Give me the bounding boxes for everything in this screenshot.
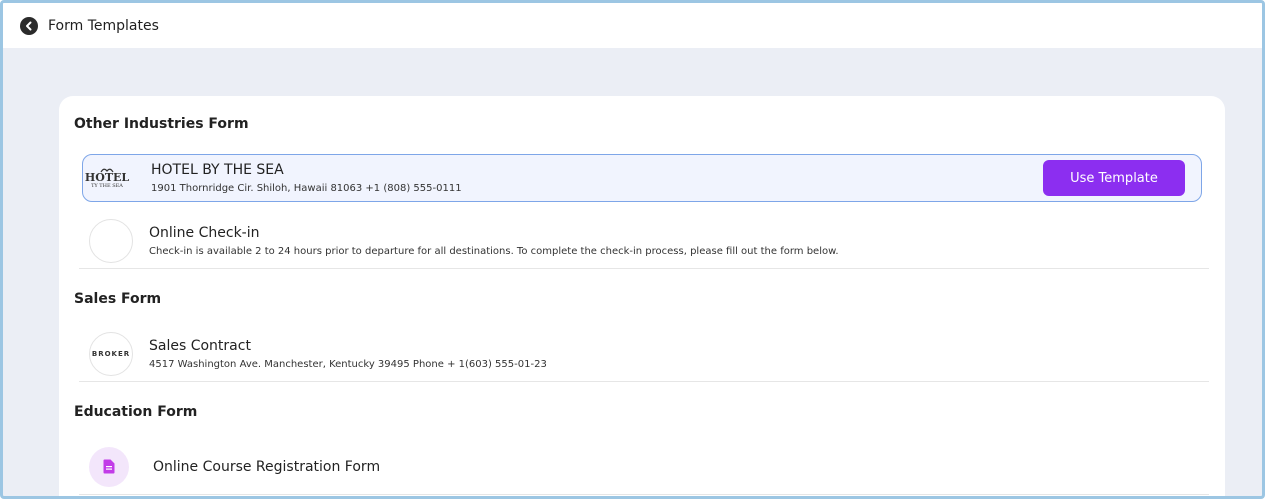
page-title: Form Templates bbox=[48, 17, 159, 34]
top-bar: Form Templates bbox=[3, 3, 1262, 48]
template-subtitle: 1901 Thornridge Cir. Shiloh, Hawaii 8106… bbox=[151, 183, 462, 194]
chevron-left-icon bbox=[26, 21, 32, 30]
blank-logo bbox=[89, 218, 133, 263]
template-item-hotel[interactable]: HOTEL TY THE SEA HOTEL BY THE SEA 1901 T… bbox=[82, 154, 1202, 202]
section-title-sales: Sales Form bbox=[74, 291, 162, 307]
template-title: Online Check-in bbox=[149, 224, 260, 241]
template-title: Online Course Registration Form bbox=[153, 458, 381, 475]
template-subtitle: Check-in is available 2 to 24 hours prio… bbox=[149, 245, 839, 257]
template-title: HOTEL BY THE SEA bbox=[151, 162, 284, 178]
section-title-education: Education Form bbox=[74, 404, 198, 420]
section-title-other-industries: Other Industries Form bbox=[74, 116, 249, 132]
template-subtitle: 4517 Washington Ave. Manchester, Kentuck… bbox=[149, 358, 547, 370]
template-item-sales-contract[interactable]: BROKER Sales Contract 4517 Washington Av… bbox=[79, 326, 1209, 382]
document-icon bbox=[89, 446, 129, 487]
template-title: Sales Contract bbox=[149, 337, 251, 354]
template-item-online-check-in[interactable]: Online Check-in Check-in is available 2 … bbox=[79, 213, 1209, 269]
hotel-logo: HOTEL TY THE SEA bbox=[85, 158, 129, 198]
broker-logo: BROKER bbox=[89, 331, 133, 376]
use-template-button[interactable]: Use Template bbox=[1043, 160, 1185, 196]
template-item-online-course-registration[interactable]: Online Course Registration Form bbox=[79, 439, 1209, 495]
templates-card: Other Industries Form HOTEL TY THE SEA H… bbox=[59, 96, 1225, 496]
app-window: Form Templates Other Industries Form HOT… bbox=[0, 0, 1265, 499]
back-button[interactable] bbox=[20, 16, 38, 35]
